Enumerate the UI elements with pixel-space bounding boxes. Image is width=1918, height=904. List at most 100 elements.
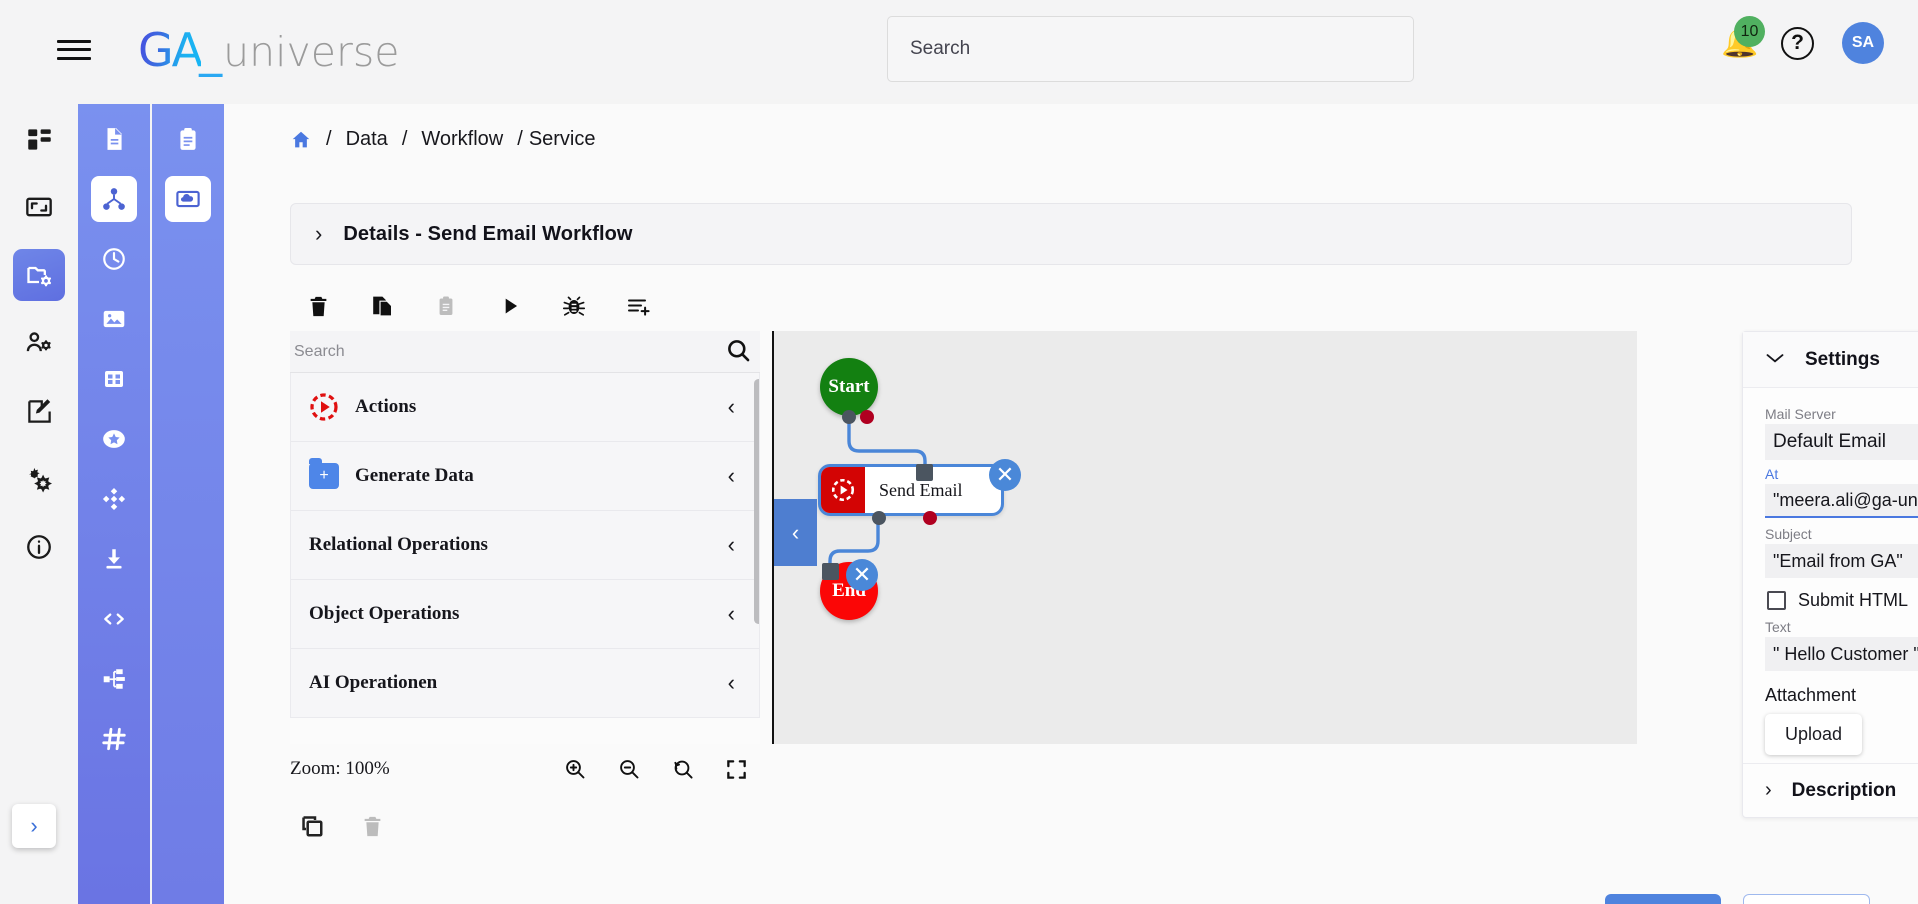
chevron-left-icon[interactable]: ‹ — [728, 394, 735, 420]
upload-button[interactable]: Upload — [1765, 714, 1863, 755]
sidebar-item-history[interactable] — [91, 236, 137, 282]
start-error-port[interactable] — [860, 410, 874, 424]
chevron-left-icon[interactable]: ‹ — [728, 463, 735, 489]
cancel-button[interactable]: Cancel — [1742, 894, 1870, 904]
settings-header[interactable]: Settings — [1743, 332, 1918, 388]
zoom-bar: Zoom: 100% — [290, 748, 760, 790]
palette-item-object-operations[interactable]: Object Operations ‹ — [291, 580, 759, 649]
sidebar-item-users[interactable] — [13, 317, 65, 369]
copy-icon[interactable] — [300, 814, 325, 844]
send-email-output-port[interactable] — [872, 511, 886, 525]
palette-item-actions[interactable]: Actions ‹ — [291, 373, 759, 442]
notification-badge: 10 — [1734, 16, 1765, 47]
sidebar-item-data[interactable] — [13, 249, 65, 301]
help-icon[interactable]: ? — [1781, 26, 1814, 60]
sidebar-item-dashboard[interactable] — [13, 113, 65, 165]
save-button[interactable]: Save — [1604, 894, 1721, 904]
breadcrumb-item-data[interactable]: Data — [346, 128, 388, 151]
palette-search[interactable] — [290, 331, 760, 373]
sidebar-item-clipboard[interactable] — [165, 116, 211, 162]
palette-scrollbar[interactable] — [754, 379, 759, 624]
breadcrumb-item-service[interactable]: Service — [529, 128, 596, 151]
node-send-email[interactable]: Send Email — [818, 464, 1004, 516]
send-email-error-port[interactable] — [923, 511, 937, 525]
add-list-icon[interactable] — [618, 286, 658, 326]
palette-item-relational-operations[interactable]: Relational Operations ‹ — [291, 511, 759, 580]
chevron-left-icon[interactable]: ‹ — [728, 601, 735, 627]
sidebar-expand-button[interactable]: › — [12, 804, 56, 848]
mail-server-select[interactable]: Default Email ▼ — [1765, 424, 1918, 460]
zoom-reset-icon[interactable] — [671, 757, 695, 781]
delete-icon[interactable] — [361, 814, 384, 844]
at-label: At — [1765, 466, 1779, 482]
zoom-out-icon[interactable] — [617, 757, 641, 781]
palette-item-label: AI Operationen — [309, 672, 438, 693]
search-input[interactable] — [888, 17, 1413, 81]
subject-input[interactable]: "Email from GA" — [1765, 544, 1918, 578]
submit-html-checkbox-row[interactable]: Submit HTML — [1767, 590, 1918, 611]
sidebar-item-info[interactable] — [13, 521, 65, 573]
end-close-icon[interactable]: ✕ — [846, 559, 878, 591]
sidebar-item-cloud[interactable] — [165, 176, 211, 222]
notifications-button[interactable]: 🔔 10 — [1721, 16, 1765, 61]
zoom-level-label: Zoom: 100% — [290, 758, 390, 779]
at-input[interactable]: "meera.ali@ga-universe.c — [1765, 484, 1918, 518]
copy-icon[interactable] — [362, 286, 402, 326]
brand-logo-ga: GA — [138, 22, 203, 77]
node-start[interactable]: Start — [820, 358, 878, 416]
chevron-right-icon: › — [1765, 779, 1772, 801]
zoom-in-icon[interactable] — [563, 757, 587, 781]
canvas-bottom-tools — [300, 814, 384, 844]
sidebar-item-download[interactable] — [91, 536, 137, 582]
palette-search-input[interactable] — [290, 341, 720, 362]
details-header[interactable]: › Details - Send Email Workflow — [290, 203, 1852, 265]
home-icon[interactable] — [290, 129, 312, 151]
send-email-input-port[interactable] — [916, 464, 933, 481]
workflow-canvas[interactable]: ‹ Start Send Email ✕ End ✕ — [772, 331, 1637, 744]
breadcrumb-item-workflow[interactable]: Workflow — [421, 128, 503, 151]
settings-title: Settings — [1805, 348, 1880, 370]
breadcrumb: / Data / Workflow / Service — [224, 104, 1918, 151]
sidebar-item-hierarchy[interactable] — [91, 656, 137, 702]
sidebar-item-documents[interactable] — [91, 116, 137, 162]
sidebar-item-workflow[interactable] — [91, 176, 137, 222]
description-section-header[interactable]: › Description — [1743, 763, 1918, 817]
sidebar-item-favorites[interactable] — [91, 416, 137, 462]
text-label: Text — [1765, 619, 1791, 635]
run-icon[interactable] — [490, 286, 530, 326]
debug-bug-icon[interactable] — [554, 286, 594, 326]
sidebar-item-edit[interactable] — [13, 385, 65, 437]
paste-icon[interactable] — [426, 286, 466, 326]
avatar[interactable]: SA — [1842, 22, 1884, 64]
field-text: Text " Hello Customer " ••• — [1765, 619, 1918, 671]
global-search[interactable] — [887, 16, 1414, 82]
fullscreen-icon[interactable] — [725, 758, 748, 781]
sidebar-item-screens[interactable] — [13, 181, 65, 233]
send-email-close-icon[interactable]: ✕ — [989, 459, 1021, 491]
palette-item-ai-operationen[interactable]: AI Operationen ‹ — [291, 649, 759, 717]
sidebar-item-settings[interactable] — [13, 453, 65, 505]
submit-html-label: Submit HTML — [1798, 590, 1909, 610]
delete-icon[interactable] — [298, 286, 338, 326]
text-input[interactable]: " Hello Customer " — [1765, 637, 1918, 671]
hamburger-menu-icon[interactable] — [57, 37, 91, 63]
sidebar-item-tags[interactable] — [91, 716, 137, 762]
palette-item-label: Generate Data — [355, 465, 474, 486]
start-output-port[interactable] — [842, 410, 856, 424]
chevron-right-icon: › — [315, 221, 323, 246]
chevron-left-icon[interactable]: ‹ — [728, 532, 735, 558]
end-input-port[interactable] — [822, 563, 839, 580]
brand-logo[interactable]: GA _ universe — [138, 23, 399, 77]
page-title: Details - Send Email Workflow — [343, 222, 633, 245]
search-icon[interactable] — [725, 337, 752, 369]
palette-item-generate-data[interactable]: + Generate Data ‹ — [291, 442, 759, 511]
palette-collapse-tab[interactable]: ‹ — [774, 499, 817, 566]
chevron-left-icon[interactable]: ‹ — [728, 670, 735, 696]
sidebar-item-code[interactable] — [91, 596, 137, 642]
sidebar-item-nodes[interactable] — [91, 476, 137, 522]
sidebar-item-media[interactable] — [91, 296, 137, 342]
submit-html-checkbox[interactable] — [1767, 591, 1786, 610]
main-content: / Data / Workflow / Service › Details - … — [224, 104, 1918, 904]
sidebar-item-tables[interactable] — [91, 356, 137, 402]
settings-body: Mail Server Default Email ▼ At "meera.al… — [1743, 388, 1918, 755]
